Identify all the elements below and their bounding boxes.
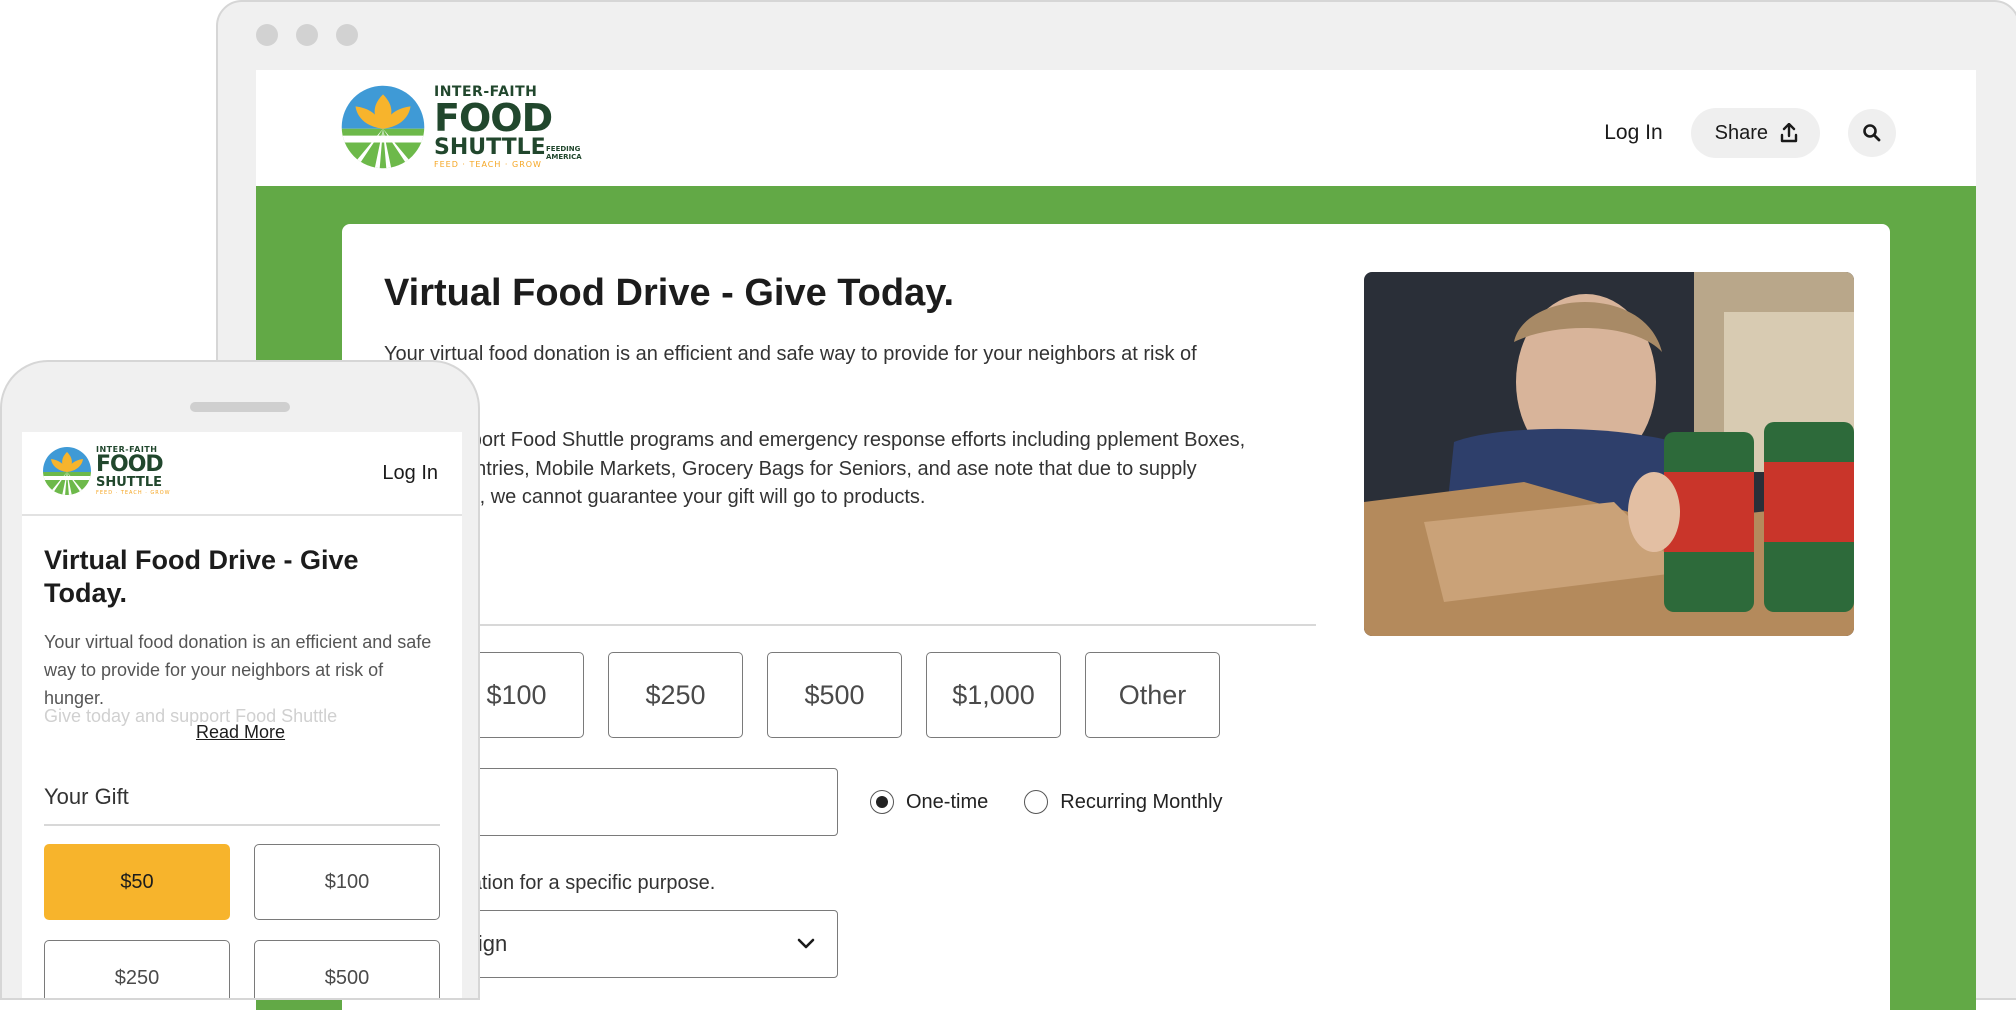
mobile-amount-options: $50 $100 $250 $500 xyxy=(44,844,440,998)
mobile-amount-option-100[interactable]: $100 xyxy=(254,844,440,920)
search-icon xyxy=(1863,124,1881,142)
window-dot-minimize[interactable] xyxy=(296,24,318,46)
mobile-amount-option-250[interactable]: $250 xyxy=(44,940,230,998)
logo-line3: SHUTTLE xyxy=(434,135,546,160)
site-header: INTER-FAITH FOOD SHUTTLE FEED · TEACH · … xyxy=(256,70,1976,186)
frequency-one-time[interactable]: One-time xyxy=(870,790,988,814)
mobile-logo-line2: FOOD xyxy=(96,452,164,477)
brand-logo[interactable]: INTER-FAITH FOOD SHUTTLE FEED · TEACH · … xyxy=(340,84,582,170)
frequency-recurring[interactable]: Recurring Monthly xyxy=(1024,790,1223,814)
search-button[interactable] xyxy=(1848,109,1896,157)
frequency-options: One-time Recurring Monthly xyxy=(870,790,1223,814)
radio-one-time[interactable] xyxy=(870,790,894,814)
page-title: Virtual Food Drive - Give Today. xyxy=(384,272,955,314)
partner-logo: FEEDING AMERICA xyxy=(546,145,582,161)
radio-recurring[interactable] xyxy=(1024,790,1049,814)
mobile-login-link[interactable]: Log In xyxy=(382,462,438,485)
window-dot-maximize[interactable] xyxy=(336,24,358,46)
share-label: Share xyxy=(1714,121,1768,144)
mobile-page-title: Virtual Food Drive - Give Today. xyxy=(44,545,359,608)
mobile-amount-option-50[interactable]: $50 xyxy=(44,844,230,920)
frequency-recurring-label: Recurring Monthly xyxy=(1060,790,1223,813)
window-controls xyxy=(256,24,358,46)
frequency-one-time-label: One-time xyxy=(906,790,989,813)
window-dot-close[interactable] xyxy=(256,24,278,46)
amount-option-250[interactable]: $250 xyxy=(608,652,743,738)
mobile-amount-option-500[interactable]: $500 xyxy=(254,940,440,998)
mobile-header: INTER-FAITH FOOD SHUTTLE FEED · TEACH · … xyxy=(22,432,462,516)
hero-band: Virtual Food Drive - Give Today. Your vi… xyxy=(256,186,1976,1010)
amount-option-1000[interactable]: $1,000 xyxy=(926,652,1061,738)
login-link[interactable]: Log In xyxy=(1604,121,1662,145)
mobile-gift-label: Your Gift xyxy=(44,784,129,809)
phone-speaker xyxy=(190,402,290,412)
chevron-down-icon xyxy=(797,938,815,949)
mobile-logo-tagline: FEED · TEACH · GROW xyxy=(96,490,171,496)
amount-option-other[interactable]: Other xyxy=(1085,652,1220,738)
mobile-phone-frame: INTER-FAITH FOOD SHUTTLE FEED · TEACH · … xyxy=(0,360,480,1000)
gift-divider xyxy=(384,624,1316,626)
mobile-logo-wordmark: INTER-FAITH FOOD SHUTTLE FEED · TEACH · … xyxy=(96,446,171,496)
mobile-brand-logo[interactable]: INTER-FAITH FOOD SHUTTLE FEED · TEACH · … xyxy=(42,446,171,496)
logo-tagline: FEED · TEACH · GROW xyxy=(434,160,542,169)
description-intro: Your virtual food donation is an efficie… xyxy=(384,343,1197,365)
share-button[interactable]: Share xyxy=(1690,108,1820,158)
mobile-description: Your virtual food donation is an efficie… xyxy=(44,632,432,708)
child-donating-cans-image xyxy=(1364,272,1854,636)
hero-photo xyxy=(1364,272,1854,636)
desktop-viewport: INTER-FAITH FOOD SHUTTLE FEED · TEACH · … xyxy=(256,70,1976,1010)
logo-emblem-icon xyxy=(341,85,425,169)
amount-option-500[interactable]: $500 xyxy=(767,652,902,738)
mobile-logo-line3: SHUTTLE xyxy=(96,475,162,490)
mobile-gift-divider xyxy=(44,824,440,826)
description-body: y and support Food Shuttle programs and … xyxy=(384,429,1246,508)
donation-card: Virtual Food Drive - Give Today. Your vi… xyxy=(336,224,1890,1010)
header-nav: Log In Share xyxy=(1604,108,1896,158)
amount-options: $100 $250 $500 $1,000 Other xyxy=(336,652,1220,738)
logo-line2: FOOD xyxy=(434,96,553,140)
read-more-link[interactable]: Read More xyxy=(194,722,288,743)
mobile-screen: INTER-FAITH FOOD SHUTTLE FEED · TEACH · … xyxy=(22,432,462,998)
logo-emblem-icon xyxy=(43,447,91,495)
mobile-faded-text: Give today and support Food Shuttle xyxy=(44,706,338,726)
upload-icon xyxy=(1780,123,1798,143)
logo-wordmark: INTER-FAITH FOOD SHUTTLE FEED · TEACH · … xyxy=(434,85,553,169)
desktop-browser-frame: INTER-FAITH FOOD SHUTTLE FEED · TEACH · … xyxy=(216,0,2016,1010)
